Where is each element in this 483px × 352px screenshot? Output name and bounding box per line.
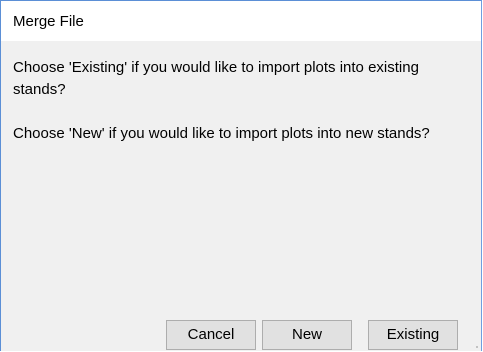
new-button[interactable]: New	[262, 320, 352, 350]
existing-button[interactable]: Existing	[368, 320, 458, 350]
message-existing: Choose 'Existing' if you would like to i…	[13, 59, 419, 98]
dialog-title-bar[interactable]: Merge File	[1, 1, 481, 41]
dialog-content: Choose 'Existing' if you would like to i…	[1, 41, 481, 351]
resize-grip-icon[interactable]	[469, 339, 479, 349]
cancel-button[interactable]: Cancel	[166, 320, 256, 350]
merge-file-dialog: Merge File Choose 'Existing' if you woul…	[0, 0, 482, 351]
message-new: Choose 'New' if you would like to import…	[13, 125, 430, 142]
dialog-title: Merge File	[13, 13, 84, 30]
